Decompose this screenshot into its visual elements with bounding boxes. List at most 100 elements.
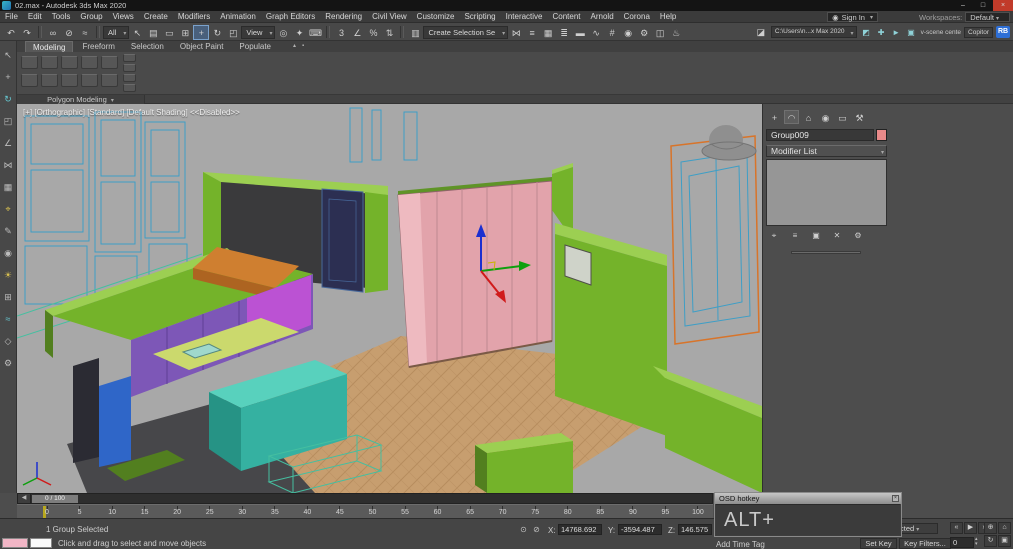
light-tool-icon[interactable]: ☀ [4,269,12,282]
snaps-toggle-icon[interactable]: 3 [333,25,349,40]
motion-tab[interactable]: ◉ [818,110,833,124]
select-object-icon[interactable]: ↖ [129,25,145,40]
spinner-snap-icon[interactable]: ⇅ [381,25,397,40]
y-coordinate-field[interactable]: -3594.487 [618,524,662,535]
timeline-tick[interactable]: 85 [593,506,607,516]
ribbon-toggle-icon[interactable]: ▬ [572,25,588,40]
menu-item[interactable]: Interactive [501,12,548,21]
timeline-tick[interactable]: 70 [496,506,510,516]
ribbon-tab[interactable]: Populate [232,41,278,52]
timeline-tick[interactable]: 75 [528,506,542,516]
timeline-tick[interactable]: 80 [561,506,575,516]
bind-to-space-warp-icon[interactable]: ≈ [77,25,93,40]
menu-item[interactable]: Create [139,12,173,21]
camera-tool-icon[interactable]: ◉ [4,247,12,260]
timeline-tick[interactable]: 90 [626,506,640,516]
menu-item[interactable]: Animation [215,12,261,21]
add-time-tag[interactable]: Add Time Tag [716,540,765,549]
orbit-icon[interactable]: ↻ [984,535,997,547]
timeline-tick[interactable]: 20 [170,506,184,516]
selection-lock-icon[interactable]: ⊘ [531,524,542,535]
make-unique-button[interactable]: ▣ [808,229,824,242]
isolate-selection-icon[interactable]: ⊙ [518,524,529,535]
shape-tool-icon[interactable]: ◇ [5,335,12,348]
x-coordinate-field[interactable]: 14768.692 [558,524,602,535]
hierarchy-tab[interactable]: ⌂ [801,110,816,124]
keyboard-override-icon[interactable]: ⌨ [307,25,323,40]
timeline-tick[interactable]: 5 [73,506,87,516]
rendered-frame-icon[interactable]: ◫ [652,25,668,40]
timeline-tick[interactable]: 35 [268,506,282,516]
move-tool-icon[interactable]: + [5,71,10,84]
maxscript-mini-listener-white[interactable] [30,538,52,548]
viewport[interactable]: [+] [Orthographic] [Standard] [Default S… [17,104,762,493]
select-and-manipulate-icon[interactable]: ✦ [291,25,307,40]
plugin-icon-4[interactable]: ▣ [905,26,918,39]
toolbar-separator[interactable] [38,26,42,38]
timeline-tick[interactable]: 45 [333,506,347,516]
maxscript-mini-listener-pink[interactable] [2,538,28,548]
ribbon-side-button[interactable] [123,64,136,72]
rotate-tool-icon[interactable]: ↻ [4,93,12,106]
material-editor-icon[interactable]: ◉ [620,25,636,40]
ribbon-side-button[interactable] [123,84,136,92]
copitor-button[interactable]: Copitor [964,27,993,38]
mirror-tool-icon[interactable]: ⋈ [4,159,13,172]
helper-tool-icon[interactable]: ⊞ [4,291,12,304]
menu-item[interactable]: Views [108,12,139,21]
render-setup-icon[interactable]: ⚙ [636,25,652,40]
viewport-label[interactable]: [+] [Orthographic] [Standard] [Default S… [23,108,240,117]
ribbon-button[interactable] [101,56,118,69]
close-button[interactable]: × [993,0,1013,11]
use-pivot-center-icon[interactable]: ◎ [275,25,291,40]
modifier-list-dropdown[interactable]: Modifier List ▾ [766,145,887,157]
selection-filter-dropdown[interactable]: All [103,26,129,39]
toolbar-separator[interactable] [326,26,330,38]
ribbon-button[interactable] [81,74,98,87]
previous-key-button[interactable]: ◀ [18,494,31,503]
configure-modifier-sets-button[interactable]: ⚙ [850,229,866,242]
timeline-tick[interactable]: 10 [105,506,119,516]
ribbon-button[interactable] [21,56,38,69]
ribbon-button[interactable] [81,56,98,69]
ribbon-button[interactable] [21,74,38,87]
menu-item[interactable]: Scripting [459,12,500,21]
play-button[interactable]: ▶ [964,522,977,534]
curve-tool-icon[interactable]: ≈ [6,313,11,326]
ribbon-button[interactable] [61,56,78,69]
scene-explorer-icon[interactable]: ▦ [540,25,556,40]
pink-wardrobe-wall[interactable] [398,177,552,367]
project-folder-icon[interactable]: ◪ [754,27,768,38]
key-filters-button[interactable]: Key Filters... [899,538,951,549]
maximize-viewport-icon[interactable]: ▣ [998,535,1011,547]
menu-item[interactable]: Content [548,12,586,21]
ribbon-side-button[interactable] [123,54,136,62]
ribbon-tab[interactable]: Object Paint [173,41,231,52]
menu-item[interactable]: Modifiers [173,12,215,21]
display-tab[interactable]: ▭ [835,110,850,124]
toolbar-separator[interactable] [96,26,100,38]
ribbon-minimize-icon[interactable]: ▴ [290,41,299,52]
timeline-tick[interactable]: 95 [658,506,672,516]
ribbon-button[interactable] [101,74,118,87]
vscene-tool-label[interactable]: v-scene cente [921,29,961,36]
layer-explorer-icon[interactable]: ≣ [556,25,572,40]
menu-item[interactable]: Civil View [367,12,412,21]
utilities-tab[interactable]: ⚒ [852,110,867,124]
ribbon-mode-icon[interactable]: ▪ [299,41,307,52]
minimize-button[interactable]: – [953,0,973,11]
go-to-start-button[interactable]: « [950,522,963,534]
create-tab[interactable]: + [767,110,782,124]
z-coordinate-field[interactable]: 146.575 [678,524,712,535]
timeline-tick[interactable]: 60 [431,506,445,516]
object-color-swatch[interactable] [876,129,887,141]
ribbon-tab[interactable]: Freeform [75,41,121,52]
plugin-icon-1[interactable]: ◩ [860,26,873,39]
curve-editor-icon[interactable]: ∿ [588,25,604,40]
select-by-name-icon[interactable]: ▤ [145,25,161,40]
menu-item[interactable]: Corona [619,12,655,21]
timeline-tick[interactable]: 25 [203,506,217,516]
rollout-divider[interactable] [791,251,861,254]
viewport-canvas[interactable] [17,104,762,493]
align-icon[interactable]: ≡ [524,25,540,40]
